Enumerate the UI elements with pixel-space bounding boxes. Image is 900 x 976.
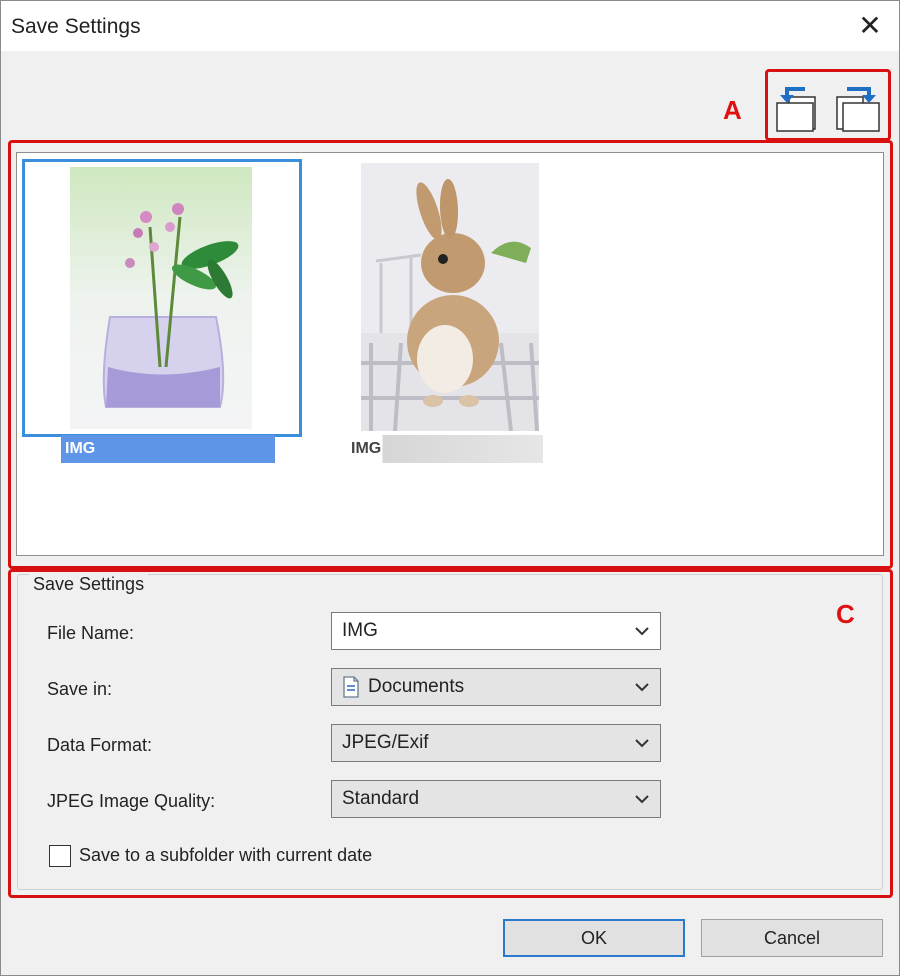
rotate-left-icon [776, 87, 816, 132]
save-settings-group-label: Save Settings [29, 574, 149, 595]
subfolder-checkbox[interactable] [49, 845, 71, 867]
save-in-combobox[interactable]: Documents [331, 668, 661, 706]
title-bar: Save Settings ✕ [1, 1, 899, 51]
thumbnail-area: IMG IMG [16, 152, 884, 556]
file-name-combobox[interactable]: IMG [331, 612, 661, 650]
data-format-dropdown[interactable]: JPEG/Exif [331, 724, 661, 762]
rabbit-image [361, 163, 539, 431]
chevron-down-icon[interactable] [632, 613, 652, 649]
jpeg-quality-label: JPEG Image Quality: [47, 791, 216, 811]
close-icon[interactable]: ✕ [855, 11, 885, 41]
thumbnail-item[interactable]: IMG [347, 153, 557, 473]
ok-button[interactable]: OK [503, 919, 685, 957]
rotate-right-icon [836, 87, 880, 132]
subfolder-checkbox-label[interactable]: Save to a subfolder with current date [79, 845, 372, 866]
dialog-title: Save Settings [11, 15, 141, 38]
document-folder-icon [343, 676, 359, 698]
save-settings-dialog: Save Settings ✕ A B [0, 0, 900, 976]
rotate-right-button[interactable] [835, 81, 880, 132]
callout-label-a: A [723, 95, 742, 125]
jpeg-quality-value: Standard [342, 788, 420, 809]
data-format-value: JPEG/Exif [342, 732, 429, 753]
chevron-down-icon[interactable] [632, 725, 652, 761]
thumbnail-filename[interactable]: IMG [347, 435, 543, 463]
file-name-value: IMG [342, 620, 378, 641]
jpeg-quality-dropdown[interactable]: Standard [331, 780, 661, 818]
chevron-down-icon[interactable] [632, 781, 652, 817]
rotate-left-button[interactable] [775, 81, 819, 132]
save-in-value: Documents [368, 676, 465, 697]
thumbnail-filename[interactable]: IMG [61, 435, 275, 463]
file-name-label: File Name: [47, 623, 135, 643]
thumbnail-item[interactable]: IMG [17, 153, 317, 473]
flowers-vase-image [70, 167, 252, 429]
cancel-button[interactable]: Cancel [701, 919, 883, 957]
data-format-label: Data Format: [47, 735, 153, 755]
chevron-down-icon[interactable] [632, 669, 652, 705]
save-in-label: Save in: [47, 679, 113, 699]
